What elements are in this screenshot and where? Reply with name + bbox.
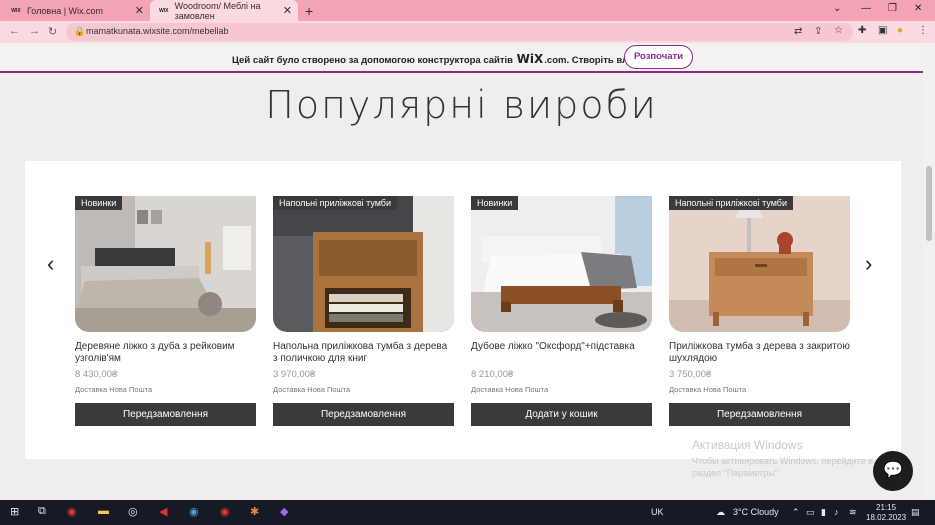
wifi-icon[interactable]: ≋ [849,507,857,518]
section-title: Популярні вироби [265,83,658,127]
product-image-nightstand-drawer[interactable]: Напольні приліжкові тумби [669,196,850,332]
start-icon[interactable]: ⊞ [10,505,19,518]
tab-title: Woodroom/ Меблі на замовлен [174,0,261,21]
weather-text[interactable]: 3°C Cloudy [733,507,779,517]
product-shipping: Доставка Нова Пошта [471,385,549,394]
battery-icon[interactable]: ▮ [821,507,826,518]
network-icon[interactable]: ▭ [806,507,815,518]
share-icon[interactable]: ⇪ [814,26,822,37]
product-ribbon: Напольні приліжкові тумби [669,196,793,210]
page-scrollbar[interactable] [923,43,935,499]
forward-icon[interactable]: → [29,25,40,37]
notifications-icon[interactable]: ▤ [911,507,920,518]
tab-title: Головна | Wix.com [27,5,104,16]
app-orange-icon[interactable]: ✱ [250,505,259,518]
wix-banner-text-before: Цей сайт було створено за допомогою конс… [232,55,514,66]
windows-taskbar: ⊞ ⧉ ◉ ▬ ◎ ◀ ◉ ◉ ✱ ◆ UK ☁ 3°C Cloudy ⌃ ▭ … [0,500,935,525]
tray-chevron-icon[interactable]: ⌃ [792,507,800,518]
start-button[interactable]: Розпочати [624,45,693,69]
product-card[interactable]: Новинки Деревяне ліжко з дуба з рейковим… [75,196,256,426]
scroll-thumb[interactable] [926,166,932,241]
product-shipping: Доставка Нова Пошта [75,385,153,394]
wix-banner: Цей сайт було створено за допомогою конс… [0,43,923,73]
product-name[interactable]: Деревяне ліжко з дуба з рейковим узголів… [75,341,256,367]
product-image-nightstand-shelf[interactable]: Напольні приліжкові тумби [273,196,454,332]
slider-next-arrow-icon[interactable]: › [865,251,872,277]
product-card[interactable]: Новинки Дубове ліжко "Оксфорд"+підставка… [471,196,652,426]
address-bar[interactable]: 🔒 mamatkunata.wixsite.com/mebellab ⇄ ⇪ ☆ [66,23,853,41]
language-indicator[interactable]: UK [651,507,664,517]
product-image-bed-rail[interactable]: Новинки [75,196,256,332]
preorder-button[interactable]: Передзамовлення [75,403,256,426]
product-name[interactable]: Приліжкова тумба з дерева з закритою шух… [669,341,850,367]
tab-home[interactable]: WIX Головна | Wix.com ✕ [0,0,150,21]
product-shipping: Доставка Нова Пошта [669,385,747,394]
windows-activation-subtitle: Чтобы активировать Windows, перейдите в … [692,456,873,478]
product-price: 3 750,00₴ [669,369,712,380]
chat-bubble-icon: 💬 [883,462,903,479]
extensions-icon[interactable]: ✚ [858,25,866,36]
products-slider: ‹ › Новинки Деревяне ліжко з дуба з рейк… [25,161,901,459]
minimize-icon[interactable]: — [861,3,871,14]
page-content: Популярні вироби ‹ › Новинки Деревяне лі… [0,75,923,499]
new-tab-icon[interactable]: + [305,3,313,19]
url-text: mamatkunata.wixsite.com/mebellab [86,26,229,36]
product-image-oxford-bed[interactable]: Новинки [471,196,652,332]
wix-banner-text: Цей сайт було створено за допомогою конс… [232,52,682,66]
bookmark-star-icon[interactable]: ☆ [834,25,843,36]
weather-cloud-icon: ☁ [716,507,725,517]
tab-search-icon[interactable]: ⌄ [833,3,841,14]
chrome-active-icon[interactable]: ◉ [220,505,230,518]
tab-woodroom[interactable]: WIX Woodroom/ Меблі на замовлен ✕ [150,0,298,21]
wix-favicon-icon: WIX [11,7,21,14]
product-price: 8 210,00₴ [471,369,514,380]
wix-logo: WiX [516,52,544,66]
add-to-cart-button[interactable]: Додати у кошик [471,403,652,426]
product-shipping: Доставка Нова Пошта [273,385,351,394]
product-card[interactable]: Напольні приліжкові тумби Напольна прилі… [273,196,454,426]
close-icon[interactable]: ✕ [283,4,292,17]
back-icon[interactable]: ← [9,25,20,37]
preorder-button[interactable]: Передзамовлення [669,403,850,426]
close-window-icon[interactable]: ✕ [914,3,922,14]
reload-icon[interactable]: ↻ [48,25,57,38]
task-view-icon[interactable]: ⧉ [38,505,46,518]
product-price: 8 430,00₴ [75,369,118,380]
product-ribbon: Новинки [75,196,123,210]
product-name[interactable]: Дубове ліжко "Оксфорд"+підставка [471,341,652,367]
browser-toolbar: ← → ↻ 🔒 mamatkunata.wixsite.com/mebellab… [0,21,935,43]
close-icon[interactable]: ✕ [135,4,144,17]
clock-date: 18.02.2023 [866,513,907,522]
profile-avatar-icon[interactable]: ● [897,25,903,36]
app-blue-icon[interactable]: ◉ [189,505,199,518]
product-ribbon: Напольні приліжкові тумби [273,196,397,210]
browser-tab-bar: WIX Головна | Wix.com ✕ WIX Woodroom/ Ме… [0,0,935,21]
chrome-icon[interactable]: ◉ [67,505,77,518]
product-price: 3 970,00₴ [273,369,316,380]
clock-time: 21:15 [876,503,897,512]
lock-icon[interactable]: 🔒 [74,26,85,37]
chat-button[interactable]: 💬 [873,451,913,491]
wix-favicon-icon: WIX [159,7,169,14]
app-red-icon[interactable]: ◀ [159,505,167,518]
product-ribbon: Новинки [471,196,519,210]
app-purple-icon[interactable]: ◆ [280,505,288,518]
app-eye-icon[interactable]: ◎ [128,505,138,518]
slider-prev-arrow-icon[interactable]: ‹ [47,251,54,277]
product-card[interactable]: Напольні приліжкові тумби Приліжкова тум… [669,196,850,426]
preorder-button[interactable]: Передзамовлення [273,403,454,426]
sidepanel-icon[interactable]: ▣ [878,25,887,36]
volume-icon[interactable]: ♪ [834,507,839,517]
windows-activation-title: Активация Windows [692,438,803,452]
clock[interactable]: 21:15 18.02.2023 [866,503,906,523]
menu-icon[interactable]: ⋮ [918,25,928,36]
maximize-icon[interactable]: ❐ [888,3,897,14]
file-explorer-icon[interactable]: ▬ [98,505,109,517]
product-name[interactable]: Напольна приліжкова тумба з дерева з пол… [273,341,454,367]
translate-icon[interactable]: ⇄ [794,26,802,37]
